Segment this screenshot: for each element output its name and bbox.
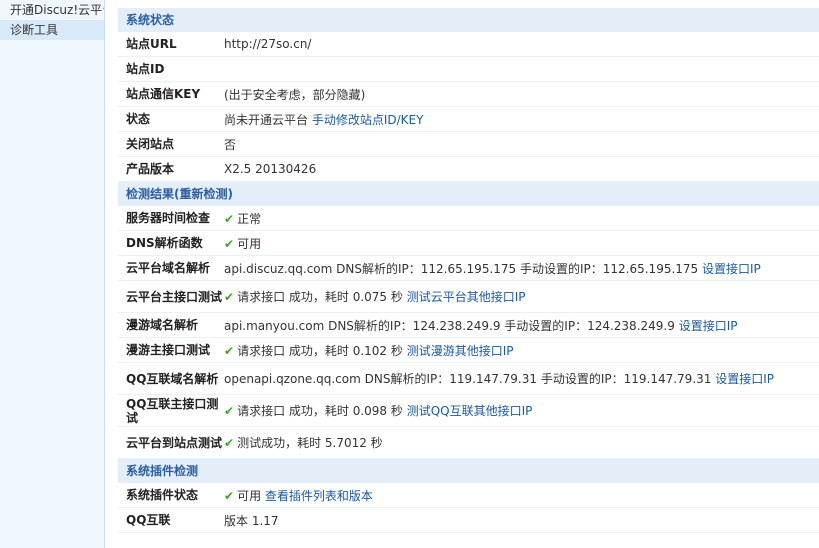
checkmark-icon: ✔ [224, 436, 235, 450]
row-plugin-status: 系统插件状态 ✔ 可用 查看插件列表和版本 [118, 483, 819, 508]
sidebar: 开通Discuz!云平台 诊断工具 [0, 0, 105, 548]
checkmark-icon: ✔ [224, 488, 235, 503]
row-cloud-api: 云平台主接口测试 ✔ 请求接口 成功，耗时 0.075 秒 测试云平台其他接口IP [118, 281, 819, 313]
value-manyou-api: ✔ 请求接口 成功，耗时 0.102 秒 测试漫游其他接口IP [224, 342, 819, 359]
test-cloud-other-ip-link[interactable]: 测试云平台其他接口IP [407, 290, 526, 304]
value-qq-api: ✔ 请求接口 成功，耗时 0.098 秒 测试QQ互联其他接口IP [224, 402, 819, 419]
checkmark-icon: ✔ [224, 404, 235, 418]
value-cloud-api: ✔ 请求接口 成功，耗时 0.075 秒 测试云平台其他接口IP [224, 288, 819, 305]
value-product-version: X2.5 20130426 [224, 162, 317, 176]
value-qq-dns: openapi.qzone.qq.com DNS解析的IP：119.147.79… [224, 370, 819, 387]
dns-function-text: 可用 [237, 236, 262, 251]
label-cloud-api: 云平台主接口测试 [126, 289, 223, 304]
value-site-key: (出于安全考虑，部分隐藏) [224, 87, 366, 102]
section-header-system-status: 系统状态 [118, 8, 819, 32]
manyou-api-text: 请求接口 成功，耗时 0.102 秒 [237, 343, 403, 358]
set-qq-ip-link[interactable]: 设置接口IP [715, 372, 774, 386]
label-site-url: 站点URL [126, 37, 177, 51]
cloud-dns-text: api.discuz.qq.com DNS解析的IP：112.65.195.17… [224, 261, 699, 276]
value-qq-connect: 版本 1.17 [224, 513, 279, 528]
row-qq-api: QQ互联主接口测试 ✔ 请求接口 成功，耗时 0.098 秒 测试QQ互联其他接口… [118, 395, 819, 427]
cloud-api-text: 请求接口 成功，耗时 0.075 秒 [237, 290, 403, 304]
section-header-check-results[interactable]: 检测结果(重新检测) [118, 182, 819, 206]
label-cloud-dns: 云平台域名解析 [126, 261, 211, 275]
test-manyou-other-ip-link[interactable]: 测试漫游其他接口IP [407, 344, 514, 358]
value-close-site: 否 [224, 137, 237, 152]
plugin-status-text: 可用 [237, 488, 262, 503]
value-site-url: http://27so.cn/ [224, 37, 312, 51]
view-plugins-link[interactable]: 查看插件列表和版本 [265, 489, 373, 503]
label-qq-api: QQ互联主接口测试 [126, 396, 219, 425]
value-dns-function: ✔ 可用 [224, 235, 819, 252]
qq-dns-text: openapi.qzone.qq.com DNS解析的IP：119.147.79… [224, 372, 712, 386]
value-state: 尚未开通云平台 手动修改站点ID/KEY [224, 111, 819, 128]
label-dns-function: DNS解析函数 [126, 236, 203, 250]
qq-api-text: 请求接口 成功，耗时 0.098 秒 [237, 404, 403, 418]
checkmark-icon: ✔ [224, 343, 235, 358]
set-manyou-ip-link[interactable]: 设置接口IP [679, 319, 738, 333]
row-cloud-dns: 云平台域名解析 api.discuz.qq.com DNS解析的IP：112.6… [118, 256, 819, 281]
test-qq-other-ip-link[interactable]: 测试QQ互联其他接口IP [407, 404, 533, 418]
main-content: 系统状态 站点URL http://27so.cn/ 站点ID 站点通信KEY … [118, 8, 819, 533]
row-manyou-api: 漫游主接口测试 ✔ 请求接口 成功，耗时 0.102 秒 测试漫游其他接口IP [118, 338, 819, 363]
label-close-site: 关闭站点 [126, 137, 175, 151]
checkmark-icon: ✔ [224, 290, 235, 304]
label-time-check: 服务器时间检查 [126, 211, 211, 225]
label-qq-connect: QQ互联 [126, 513, 171, 527]
label-cloud-to-site: 云平台到站点测试 [126, 435, 223, 450]
row-manyou-dns: 漫游域名解析 api.manyou.com DNS解析的IP：124.238.2… [118, 313, 819, 338]
value-cloud-dns: api.discuz.qq.com DNS解析的IP：112.65.195.17… [224, 260, 819, 277]
row-close-site: 关闭站点 否 [118, 132, 819, 157]
label-state: 状态 [126, 112, 151, 126]
row-qq-connect: QQ互联 版本 1.17 [118, 508, 819, 533]
sidebar-item-open-cloud[interactable]: 开通Discuz!云平台 [0, 0, 104, 20]
edit-site-key-link[interactable]: 手动修改站点ID/KEY [312, 113, 424, 127]
row-time-check: 服务器时间检查 ✔ 正常 [118, 206, 819, 231]
checkmark-icon: ✔ [224, 211, 235, 226]
value-cloud-to-site: ✔ 测试成功，耗时 5.7012 秒 [224, 434, 819, 451]
value-manyou-dns: api.manyou.com DNS解析的IP：124.238.249.9 手动… [224, 317, 819, 334]
label-qq-dns: QQ互联域名解析 [126, 371, 219, 386]
row-product-version: 产品版本 X2.5 20130426 [118, 157, 819, 182]
state-text: 尚未开通云平台 [224, 112, 309, 127]
label-site-id: 站点ID [126, 62, 165, 76]
row-site-key: 站点通信KEY (出于安全考虑，部分隐藏) [118, 82, 819, 107]
label-site-key: 站点通信KEY [126, 87, 201, 101]
manyou-dns-text: api.manyou.com DNS解析的IP：124.238.249.9 手动… [224, 318, 675, 333]
sidebar-item-diagnostic-tool[interactable]: 诊断工具 [0, 20, 104, 40]
label-plugin-status: 系统插件状态 [126, 488, 199, 502]
row-state: 状态 尚未开通云平台 手动修改站点ID/KEY [118, 107, 819, 132]
cloud-to-site-text: 测试成功，耗时 5.7012 秒 [237, 436, 383, 450]
section-header-plugins: 系统插件检测 [118, 459, 819, 483]
checkmark-icon: ✔ [224, 236, 235, 251]
row-site-id: 站点ID [118, 57, 819, 82]
time-check-text: 正常 [237, 211, 262, 226]
row-dns-function: DNS解析函数 ✔ 可用 [118, 231, 819, 256]
label-manyou-api: 漫游主接口测试 [126, 343, 211, 357]
row-site-url: 站点URL http://27so.cn/ [118, 32, 819, 57]
value-time-check: ✔ 正常 [224, 210, 819, 227]
label-product-version: 产品版本 [126, 162, 175, 176]
set-cloud-ip-link[interactable]: 设置接口IP [702, 262, 761, 276]
row-cloud-to-site: 云平台到站点测试 ✔ 测试成功，耗时 5.7012 秒 [118, 427, 819, 459]
row-qq-dns: QQ互联域名解析 openapi.qzone.qq.com DNS解析的IP：1… [118, 363, 819, 395]
label-manyou-dns: 漫游域名解析 [126, 318, 199, 332]
value-plugin-status: ✔ 可用 查看插件列表和版本 [224, 487, 819, 504]
